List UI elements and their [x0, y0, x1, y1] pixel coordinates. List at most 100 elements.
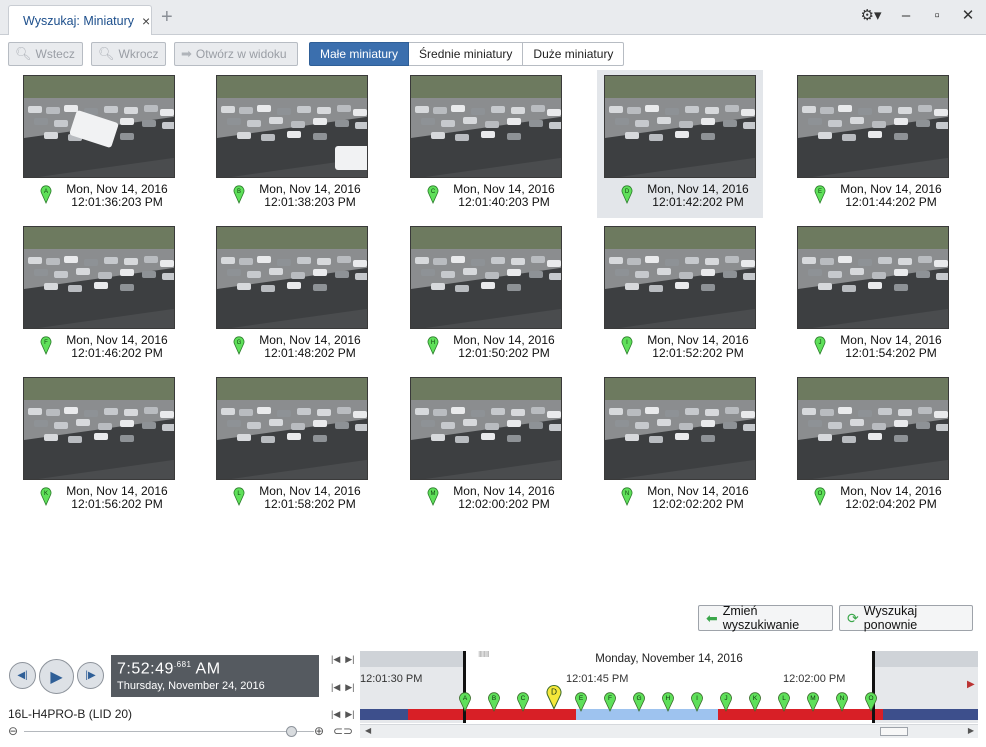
- scrollbar-thumb[interactable]: [880, 727, 908, 736]
- thumbnail-image[interactable]: [23, 75, 175, 178]
- timeline-marker-m[interactable]: M: [806, 690, 820, 712]
- zoom-in-icon[interactable]: ⊕: [314, 724, 324, 738]
- timeline-marker-f[interactable]: F: [603, 690, 617, 712]
- timeline-marker-l[interactable]: L: [777, 690, 791, 712]
- arrow-left-icon: ⬅: [706, 609, 718, 626]
- tab-search-thumbnails[interactable]: Wyszukaj: Miniatury ×: [8, 5, 152, 35]
- scroll-left-icon[interactable]: ◀: [365, 726, 371, 735]
- medium-thumbnails-button[interactable]: Średnie miniatury: [409, 42, 524, 66]
- play-icon: ▶: [50, 668, 63, 686]
- thumbnail-image[interactable]: [797, 377, 949, 480]
- svg-text:H: H: [666, 695, 671, 702]
- thumbnail-item[interactable]: C Mon, Nov 14, 2016 12:01:40:203 PM: [403, 70, 569, 218]
- thumbnail-caption: Mon, Nov 14, 2016 12:01:36:203 PM: [52, 183, 182, 209]
- current-time-display: 7:52:49.681 AM Thursday, November 24, 20…: [111, 655, 319, 697]
- thumbnail-caption: Mon, Nov 14, 2016 12:01:54:202 PM: [826, 334, 956, 360]
- selection-start-handle[interactable]: [463, 651, 466, 723]
- marker-pin-icon: E: [814, 185, 826, 204]
- thumbnail-caption: Mon, Nov 14, 2016 12:01:52:202 PM: [633, 334, 763, 360]
- timeline[interactable]: Monday, November 14, 2016 12:01:30 PM 12…: [360, 651, 978, 723]
- next-frame-button[interactable]: |▶: [77, 662, 104, 689]
- thumbnail-item[interactable]: J Mon, Nov 14, 2016 12:01:54:202 PM: [790, 221, 956, 369]
- marker-pin-icon: N: [621, 487, 633, 506]
- thumbnail-item[interactable]: K Mon, Nov 14, 2016 12:01:56:202 PM: [16, 372, 182, 520]
- forward-button-label: Wkrocz: [118, 47, 159, 61]
- scroll-right-icon[interactable]: ▶: [968, 726, 974, 735]
- thumbnail-item[interactable]: F Mon, Nov 14, 2016 12:01:46:202 PM: [16, 221, 182, 369]
- timeline-nav-top-icon[interactable]: |◀ ▶|: [331, 654, 355, 665]
- timeline-marker-e[interactable]: E: [574, 690, 588, 712]
- marker-pin-icon: C: [427, 185, 439, 204]
- previous-frame-button[interactable]: ◀|: [9, 662, 36, 689]
- close-icon[interactable]: ✕: [960, 6, 976, 24]
- thumbnail-image[interactable]: [604, 377, 756, 480]
- thumbnail-item[interactable]: G Mon, Nov 14, 2016 12:01:48:202 PM: [209, 221, 375, 369]
- timeline-marker-n[interactable]: N: [835, 690, 849, 712]
- thumbnail-image[interactable]: [410, 226, 562, 329]
- thumbnail-image[interactable]: [216, 75, 368, 178]
- thumbnail-image[interactable]: [216, 377, 368, 480]
- thumbnail-item[interactable]: A Mon, Nov 14, 2016 12:01:36:203 PM: [16, 70, 182, 218]
- open-in-view-button[interactable]: ➡ Otwórz w widoku: [174, 42, 298, 66]
- thumbnail-caption: Mon, Nov 14, 2016 12:01:50:202 PM: [439, 334, 569, 360]
- timeline-marker-c[interactable]: C: [516, 690, 530, 712]
- add-tab-icon[interactable]: +: [161, 6, 173, 29]
- thumbnail-image[interactable]: [216, 226, 368, 329]
- large-thumbnails-button[interactable]: Duże miniatury: [523, 42, 625, 66]
- timeline-marker-h[interactable]: H: [661, 690, 675, 712]
- thumbnail-time: 12:01:44:202 PM: [845, 195, 937, 209]
- thumbnail-image[interactable]: [23, 377, 175, 480]
- thumbnail-item[interactable]: L Mon, Nov 14, 2016 12:01:58:202 PM: [209, 372, 375, 520]
- small-thumbnails-button[interactable]: Małe miniatury: [309, 42, 410, 66]
- thumbnail-item[interactable]: D Mon, Nov 14, 2016 12:01:42:202 PM: [597, 70, 763, 218]
- timeline-marker-g[interactable]: G: [632, 690, 646, 712]
- timeline-nav-bottom-icon[interactable]: |◀ ▶|: [331, 709, 355, 720]
- timeline-scrollbar[interactable]: ◀ ▶: [360, 724, 978, 738]
- timeline-marker-i[interactable]: I: [690, 690, 704, 712]
- thumbnail-image[interactable]: [604, 226, 756, 329]
- timeline-marker-j[interactable]: J: [719, 690, 733, 712]
- minimize-icon[interactable]: –: [898, 7, 914, 24]
- thumbnail-image[interactable]: [604, 75, 756, 178]
- modify-search-button[interactable]: ⬅ Zmień wyszukiwanie: [698, 604, 833, 632]
- thumbnail-image[interactable]: [797, 75, 949, 178]
- play-button[interactable]: ▶: [39, 659, 74, 694]
- link-icon[interactable]: ⊂⊃: [333, 724, 353, 738]
- thumbnail-item[interactable]: B Mon, Nov 14, 2016 12:01:38:203 PM: [209, 70, 375, 218]
- timeline-marker-o[interactable]: O: [864, 690, 878, 712]
- thumbnail-time: 12:01:52:202 PM: [652, 346, 744, 360]
- tab-close-icon[interactable]: ×: [142, 13, 150, 29]
- timeline-marker-k[interactable]: K: [748, 690, 762, 712]
- search-again-button[interactable]: ⟳ Wyszukaj ponownie: [839, 604, 973, 632]
- timeline-band-red: [718, 709, 883, 720]
- thumbnail-image[interactable]: [410, 75, 562, 178]
- timeline-tick: 12:01:30 PM: [360, 673, 423, 685]
- thumbnail-item[interactable]: M Mon, Nov 14, 2016 12:02:00:202 PM: [403, 372, 569, 520]
- thumbnail-image[interactable]: [410, 377, 562, 480]
- scroll-right-arrow-icon[interactable]: ▶: [967, 679, 975, 690]
- thumbnail-time: 12:01:50:202 PM: [458, 346, 550, 360]
- thumbnail-image[interactable]: [23, 226, 175, 329]
- thumbnail-time: 12:01:48:202 PM: [264, 346, 356, 360]
- grip-icon[interactable]: ||||||||: [478, 651, 490, 657]
- back-button[interactable]: 🔍︎ Wstecz: [8, 42, 83, 66]
- maximize-icon[interactable]: ▫: [929, 7, 945, 24]
- gear-icon[interactable]: ⚙▾: [859, 6, 883, 24]
- thumbnail-image[interactable]: [797, 226, 949, 329]
- timeline-marker-b[interactable]: B: [487, 690, 501, 712]
- timeline-marker-a[interactable]: A: [458, 690, 472, 712]
- thumbnail-item[interactable]: E Mon, Nov 14, 2016 12:01:44:202 PM: [790, 70, 956, 218]
- thumbnail-item[interactable]: I Mon, Nov 14, 2016 12:01:52:202 PM: [597, 221, 763, 369]
- forward-button[interactable]: 🔍︎ Wkrocz: [91, 42, 166, 66]
- thumbnail-item[interactable]: H Mon, Nov 14, 2016 12:01:50:202 PM: [403, 221, 569, 369]
- marker-pin-icon: D: [621, 185, 633, 204]
- zoom-knob[interactable]: [286, 726, 297, 737]
- timeline-nav-mid-icon[interactable]: |◀ ▶|: [331, 682, 355, 693]
- selection-end-handle[interactable]: [872, 651, 875, 723]
- zoom-slider[interactable]: ⊖ ⊕ ⊂⊃: [8, 724, 358, 740]
- zoom-out-icon[interactable]: ⊖: [8, 724, 18, 738]
- svg-text:A: A: [463, 695, 468, 702]
- thumbnail-item[interactable]: N Mon, Nov 14, 2016 12:02:02:202 PM: [597, 372, 763, 520]
- timeline-marker-d[interactable]: D: [545, 682, 563, 710]
- thumbnail-item[interactable]: O Mon, Nov 14, 2016 12:02:04:202 PM: [790, 372, 956, 520]
